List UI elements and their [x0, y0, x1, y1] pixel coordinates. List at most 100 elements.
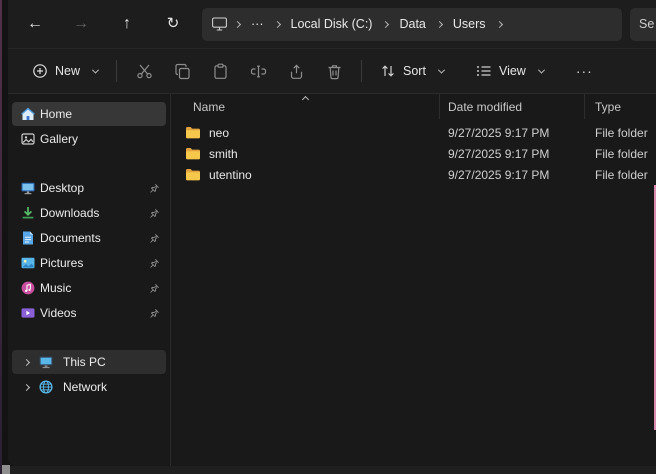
sidebar-item-music[interactable]: Music — [12, 276, 166, 300]
sidebar-item-label: Desktop — [40, 181, 84, 195]
breadcrumb-item-data[interactable]: Data — [392, 14, 432, 34]
pin-icon — [149, 183, 160, 194]
forward-button[interactable]: → — [64, 7, 98, 41]
file-type: File folder — [584, 126, 656, 140]
sidebar-gap — [8, 326, 170, 350]
chevron-right-icon[interactable] — [382, 20, 389, 27]
music-icon — [20, 280, 36, 296]
file-list-pane: Name Date modified Type neo — [171, 94, 656, 466]
navigation-bar: ← → ↑ ↻ ··· Local Disk (C:) Data Users S… — [8, 0, 656, 48]
file-explorer-window: ← → ↑ ↻ ··· Local Disk (C:) Data Users S… — [8, 0, 656, 466]
sidebar-item-label: Music — [40, 281, 71, 295]
sidebar-item-label: Pictures — [40, 256, 83, 270]
file-date-modified: 9/27/2025 9:17 PM — [439, 168, 584, 182]
sidebar-item-this-pc[interactable]: This PC — [12, 350, 166, 374]
view-button[interactable]: View — [466, 56, 554, 86]
folder-icon — [185, 146, 201, 162]
file-date-modified: 9/27/2025 9:17 PM — [439, 147, 584, 161]
column-header-date-modified[interactable]: Date modified — [439, 94, 584, 119]
sort-ascending-icon — [302, 96, 309, 103]
sidebar-item-pictures[interactable]: Pictures — [12, 251, 166, 275]
new-button[interactable]: New — [22, 56, 108, 86]
column-header-label: Type — [595, 100, 621, 114]
search-box[interactable]: Se — [630, 8, 656, 41]
home-icon — [20, 106, 36, 122]
sidebar-item-home[interactable]: Home — [12, 102, 166, 126]
sidebar-item-gallery[interactable]: Gallery — [12, 127, 166, 151]
sort-button[interactable]: Sort — [370, 56, 454, 86]
file-name: neo — [209, 126, 229, 140]
pin-icon — [149, 308, 160, 319]
rename-icon — [250, 63, 267, 80]
refresh-button[interactable]: ↻ — [156, 7, 190, 41]
file-row-smith[interactable]: smith 9/27/2025 9:17 PM File folder — [171, 143, 656, 164]
sidebar-item-label: Gallery — [40, 132, 78, 146]
chevron-down-icon — [92, 66, 99, 73]
file-row-neo[interactable]: neo 9/27/2025 9:17 PM File folder — [171, 122, 656, 143]
breadcrumb-overflow-button[interactable]: ··· — [244, 14, 271, 34]
trash-icon — [326, 63, 343, 80]
paste-button[interactable] — [201, 54, 239, 88]
downloads-icon — [20, 205, 36, 221]
chevron-right-icon[interactable] — [273, 20, 280, 27]
network-icon — [38, 379, 54, 395]
delete-button[interactable] — [315, 54, 353, 88]
pin-icon — [149, 208, 160, 219]
column-headers: Name Date modified Type — [171, 94, 656, 119]
sidebar: Home Gallery Desktop — [8, 94, 171, 466]
up-button[interactable]: ↑ — [110, 7, 144, 41]
pin-icon — [149, 283, 160, 294]
new-plus-icon — [32, 63, 48, 79]
pin-icon — [149, 233, 160, 244]
command-bar: New Sort — [8, 48, 656, 94]
desktop-icon — [20, 180, 36, 196]
sidebar-item-label: Network — [63, 380, 107, 394]
file-row-utentino[interactable]: utentino 9/27/2025 9:17 PM File folder — [171, 164, 656, 185]
documents-icon — [20, 230, 36, 246]
paste-icon — [212, 63, 229, 80]
sidebar-item-videos[interactable]: Videos — [12, 301, 166, 325]
chevron-right-icon[interactable] — [23, 358, 30, 365]
cut-button[interactable] — [125, 54, 163, 88]
view-icon — [476, 63, 492, 79]
copy-button[interactable] — [163, 54, 201, 88]
column-header-type[interactable]: Type — [584, 94, 656, 119]
gallery-icon — [20, 131, 36, 147]
chevron-right-icon[interactable] — [234, 20, 241, 27]
back-button[interactable]: ← — [18, 7, 52, 41]
sidebar-item-downloads[interactable]: Downloads — [12, 201, 166, 225]
sidebar-item-documents[interactable]: Documents — [12, 226, 166, 250]
computer-icon — [212, 17, 227, 31]
sidebar-item-desktop[interactable]: Desktop — [12, 176, 166, 200]
sidebar-item-label: This PC — [63, 355, 106, 369]
see-more-button[interactable]: ··· — [564, 56, 605, 86]
pin-icon — [149, 258, 160, 269]
share-icon — [288, 63, 305, 80]
chevron-down-icon — [438, 66, 445, 73]
file-name: utentino — [209, 168, 252, 182]
chevron-right-icon[interactable] — [23, 383, 30, 390]
cut-icon — [136, 63, 153, 80]
breadcrumb-item-users[interactable]: Users — [446, 14, 493, 34]
file-date-modified: 9/27/2025 9:17 PM — [439, 126, 584, 140]
address-bar[interactable]: ··· Local Disk (C:) Data Users — [202, 8, 622, 41]
sort-icon — [380, 63, 396, 79]
share-button[interactable] — [277, 54, 315, 88]
breadcrumb-item-local-disk[interactable]: Local Disk (C:) — [284, 14, 380, 34]
copy-icon — [174, 63, 191, 80]
search-text: Se — [639, 17, 654, 31]
sidebar-item-label: Documents — [40, 231, 101, 245]
file-type: File folder — [584, 147, 656, 161]
chevron-right-icon[interactable] — [436, 20, 443, 27]
pictures-icon — [20, 255, 36, 271]
sort-button-label: Sort — [403, 64, 426, 78]
column-header-name[interactable]: Name — [171, 94, 439, 119]
folder-icon — [185, 167, 201, 183]
folder-icon — [185, 125, 201, 141]
file-type: File folder — [584, 168, 656, 182]
file-rows: neo 9/27/2025 9:17 PM File folder smith … — [171, 119, 656, 185]
chevron-right-icon[interactable] — [495, 20, 502, 27]
sidebar-item-network[interactable]: Network — [12, 375, 166, 399]
toolbar-separator — [116, 60, 117, 82]
rename-button[interactable] — [239, 54, 277, 88]
